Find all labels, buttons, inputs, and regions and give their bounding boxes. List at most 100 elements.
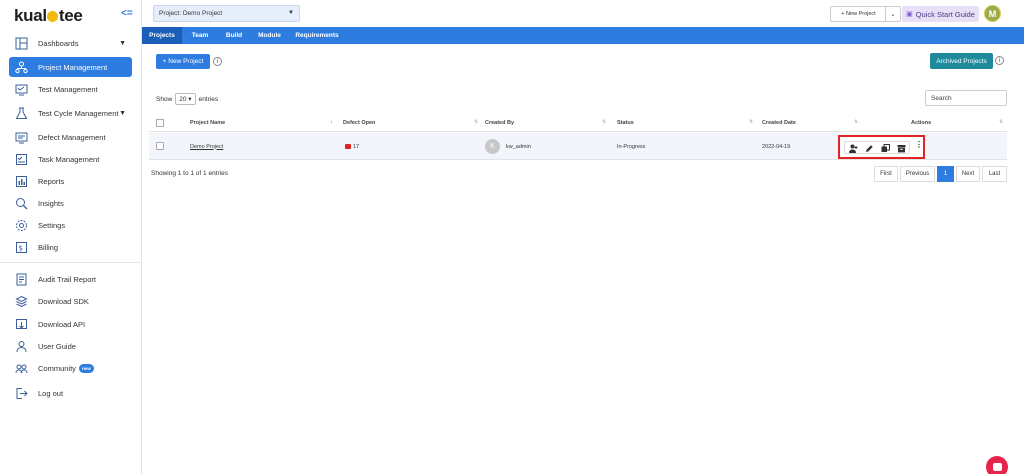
sidebar-item-label: Reports [38,176,65,186]
column-actions: Actions [911,119,932,126]
user-guide-icon [15,340,28,353]
logo-text-end: tee [58,6,83,25]
sidebar-item-label: Log out [38,388,64,398]
column-defect-open[interactable]: Defect Open [343,113,375,132]
tab-module[interactable]: Module [252,27,287,44]
sort-icon[interactable]: ⇅ [602,119,606,125]
sdk-icon [15,295,28,308]
pagination-previous[interactable]: Previous [900,166,935,182]
sort-icon[interactable]: ⇅ [854,119,858,125]
community-icon [15,362,28,375]
tab-bar: Projects Team Build Module Requirements [142,27,1024,44]
tab-requirements[interactable]: Requirements [292,27,342,44]
defect-icon [15,131,28,144]
chat-icon [992,463,1002,471]
entries-select[interactable]: 20 ▾ [175,93,196,105]
sidebar-item-label: Test Management [38,84,98,94]
info-icon[interactable]: i [995,56,1004,65]
row-checkbox[interactable] [156,142,164,150]
add-user-icon[interactable] [849,144,858,153]
sidebar-item-insights[interactable]: Insights [9,193,132,213]
sidebar-item-community[interactable]: Community new [9,358,132,378]
project-name-link[interactable]: Demo Project [190,133,223,160]
entries-info: Showing 1 to 1 of 1 entries [151,170,228,177]
chevron-down-icon[interactable]: ⌄ [885,7,900,21]
sidebar-item-settings[interactable]: Settings [9,215,132,235]
sidebar-item-label: Defect Management [38,132,106,142]
new-project-button[interactable]: + New Project [156,54,210,69]
sidebar-item-user-guide[interactable]: User Guide [9,336,132,356]
sidebar-item-dashboards[interactable]: Dashboards ▼ [9,33,132,53]
sidebar-item-logout[interactable]: Log out [9,383,132,403]
sidebar-item-label: Task Management [38,154,100,164]
user-avatar[interactable]: M [984,5,1001,22]
task-icon [15,153,28,166]
edit-icon[interactable] [865,144,874,153]
pagination-page-1[interactable]: 1 [937,166,954,182]
tab-build[interactable]: Build [219,27,249,44]
sidebar-item-defect-management[interactable]: Defect Management [9,127,132,147]
sidebar-item-label: User Guide [38,341,76,351]
copy-icon[interactable] [881,144,890,153]
tab-projects[interactable]: Projects [142,27,182,44]
info-icon[interactable]: i [213,57,222,66]
pagination-next[interactable]: Next [956,166,980,182]
tab-team[interactable]: Team [185,27,215,44]
sidebar-item-label: Insights [38,198,64,208]
sort-icon[interactable]: ⇅ [999,119,1003,125]
chevron-down-icon: ▼ [119,39,126,47]
sidebar-item-reports[interactable]: Reports [9,171,132,191]
sidebar-item-test-management[interactable]: Test Management [9,79,132,99]
defect-open-cell[interactable]: 17 [345,133,359,160]
sidebar-item-download-api[interactable]: Download API [9,314,132,334]
pagination-last[interactable]: Last [982,166,1007,182]
reports-icon [15,175,28,188]
search-input[interactable]: Search [925,90,1007,106]
sidebar-item-project-management[interactable]: Project Management [9,57,132,77]
chevron-down-icon: ▼ [288,10,294,16]
sort-icon[interactable]: ⇅ [474,119,478,125]
select-all-checkbox[interactable] [156,119,164,127]
sidebar-item-task-management[interactable]: Task Management [9,149,132,169]
quick-start-guide-button[interactable]: ▣ Quick Start Guide [902,6,979,22]
header-new-project-label: + New Project [841,11,876,17]
chat-widget-button[interactable] [986,456,1008,474]
sort-desc-icon[interactable]: ↓ [330,119,333,125]
header-new-project-button[interactable]: + New Project ⌄ [830,6,901,22]
status-cell: In-Progress [617,143,646,150]
logout-icon [15,387,28,400]
table-header: Project Name ↓ Defect Open ⇅ Created By … [149,113,1007,132]
archive-icon[interactable] [897,144,906,153]
sidebar-item-label: Project Management [38,62,108,72]
show-entries-control: Show 20 ▾ entries [156,93,218,105]
api-icon [15,318,28,331]
test-cycle-icon [15,107,28,120]
sidebar-item-billing[interactable]: $ Billing [9,237,132,257]
audit-icon [15,273,28,286]
collapse-sidebar-icon[interactable]: <= [121,8,133,19]
sort-icon[interactable]: ⇅ [749,119,753,125]
sidebar-item-test-cycle-management[interactable]: Test Cycle Management ▼ [9,103,132,123]
more-options-icon[interactable]: ⋮ [915,141,923,149]
column-created-date[interactable]: Created Date [762,113,796,132]
column-project-name[interactable]: Project Name [190,113,225,132]
created-date-cell: 2022-04-19 [762,143,791,150]
sidebar-item-download-sdk[interactable]: Download SDK [9,291,132,311]
sidebar-item-label: Billing [38,242,59,252]
archived-projects-button[interactable]: Archived Projects [930,53,993,69]
column-created-by[interactable]: Created By [485,113,514,132]
defect-flag-icon [345,144,351,149]
column-status[interactable]: Status [617,113,634,132]
project-selector[interactable]: Project: Demo Project ▼ [153,5,300,22]
logo[interactable]: kual tee [14,6,83,26]
entries-label: entries [198,95,219,103]
project-selector-value: Demo Project [182,10,223,17]
pagination-first[interactable]: First [874,166,898,182]
created-by-cell: K kw_admin [485,133,531,160]
billing-icon: $ [15,241,28,254]
sidebar-item-audit-trail-report[interactable]: Audit Trail Report [9,269,132,289]
logo-dot-icon [47,11,59,22]
new-badge: new [78,363,94,373]
project-name[interactable]: Demo Project [190,144,223,150]
sidebar-item-label: Test Cycle Management [38,108,119,118]
